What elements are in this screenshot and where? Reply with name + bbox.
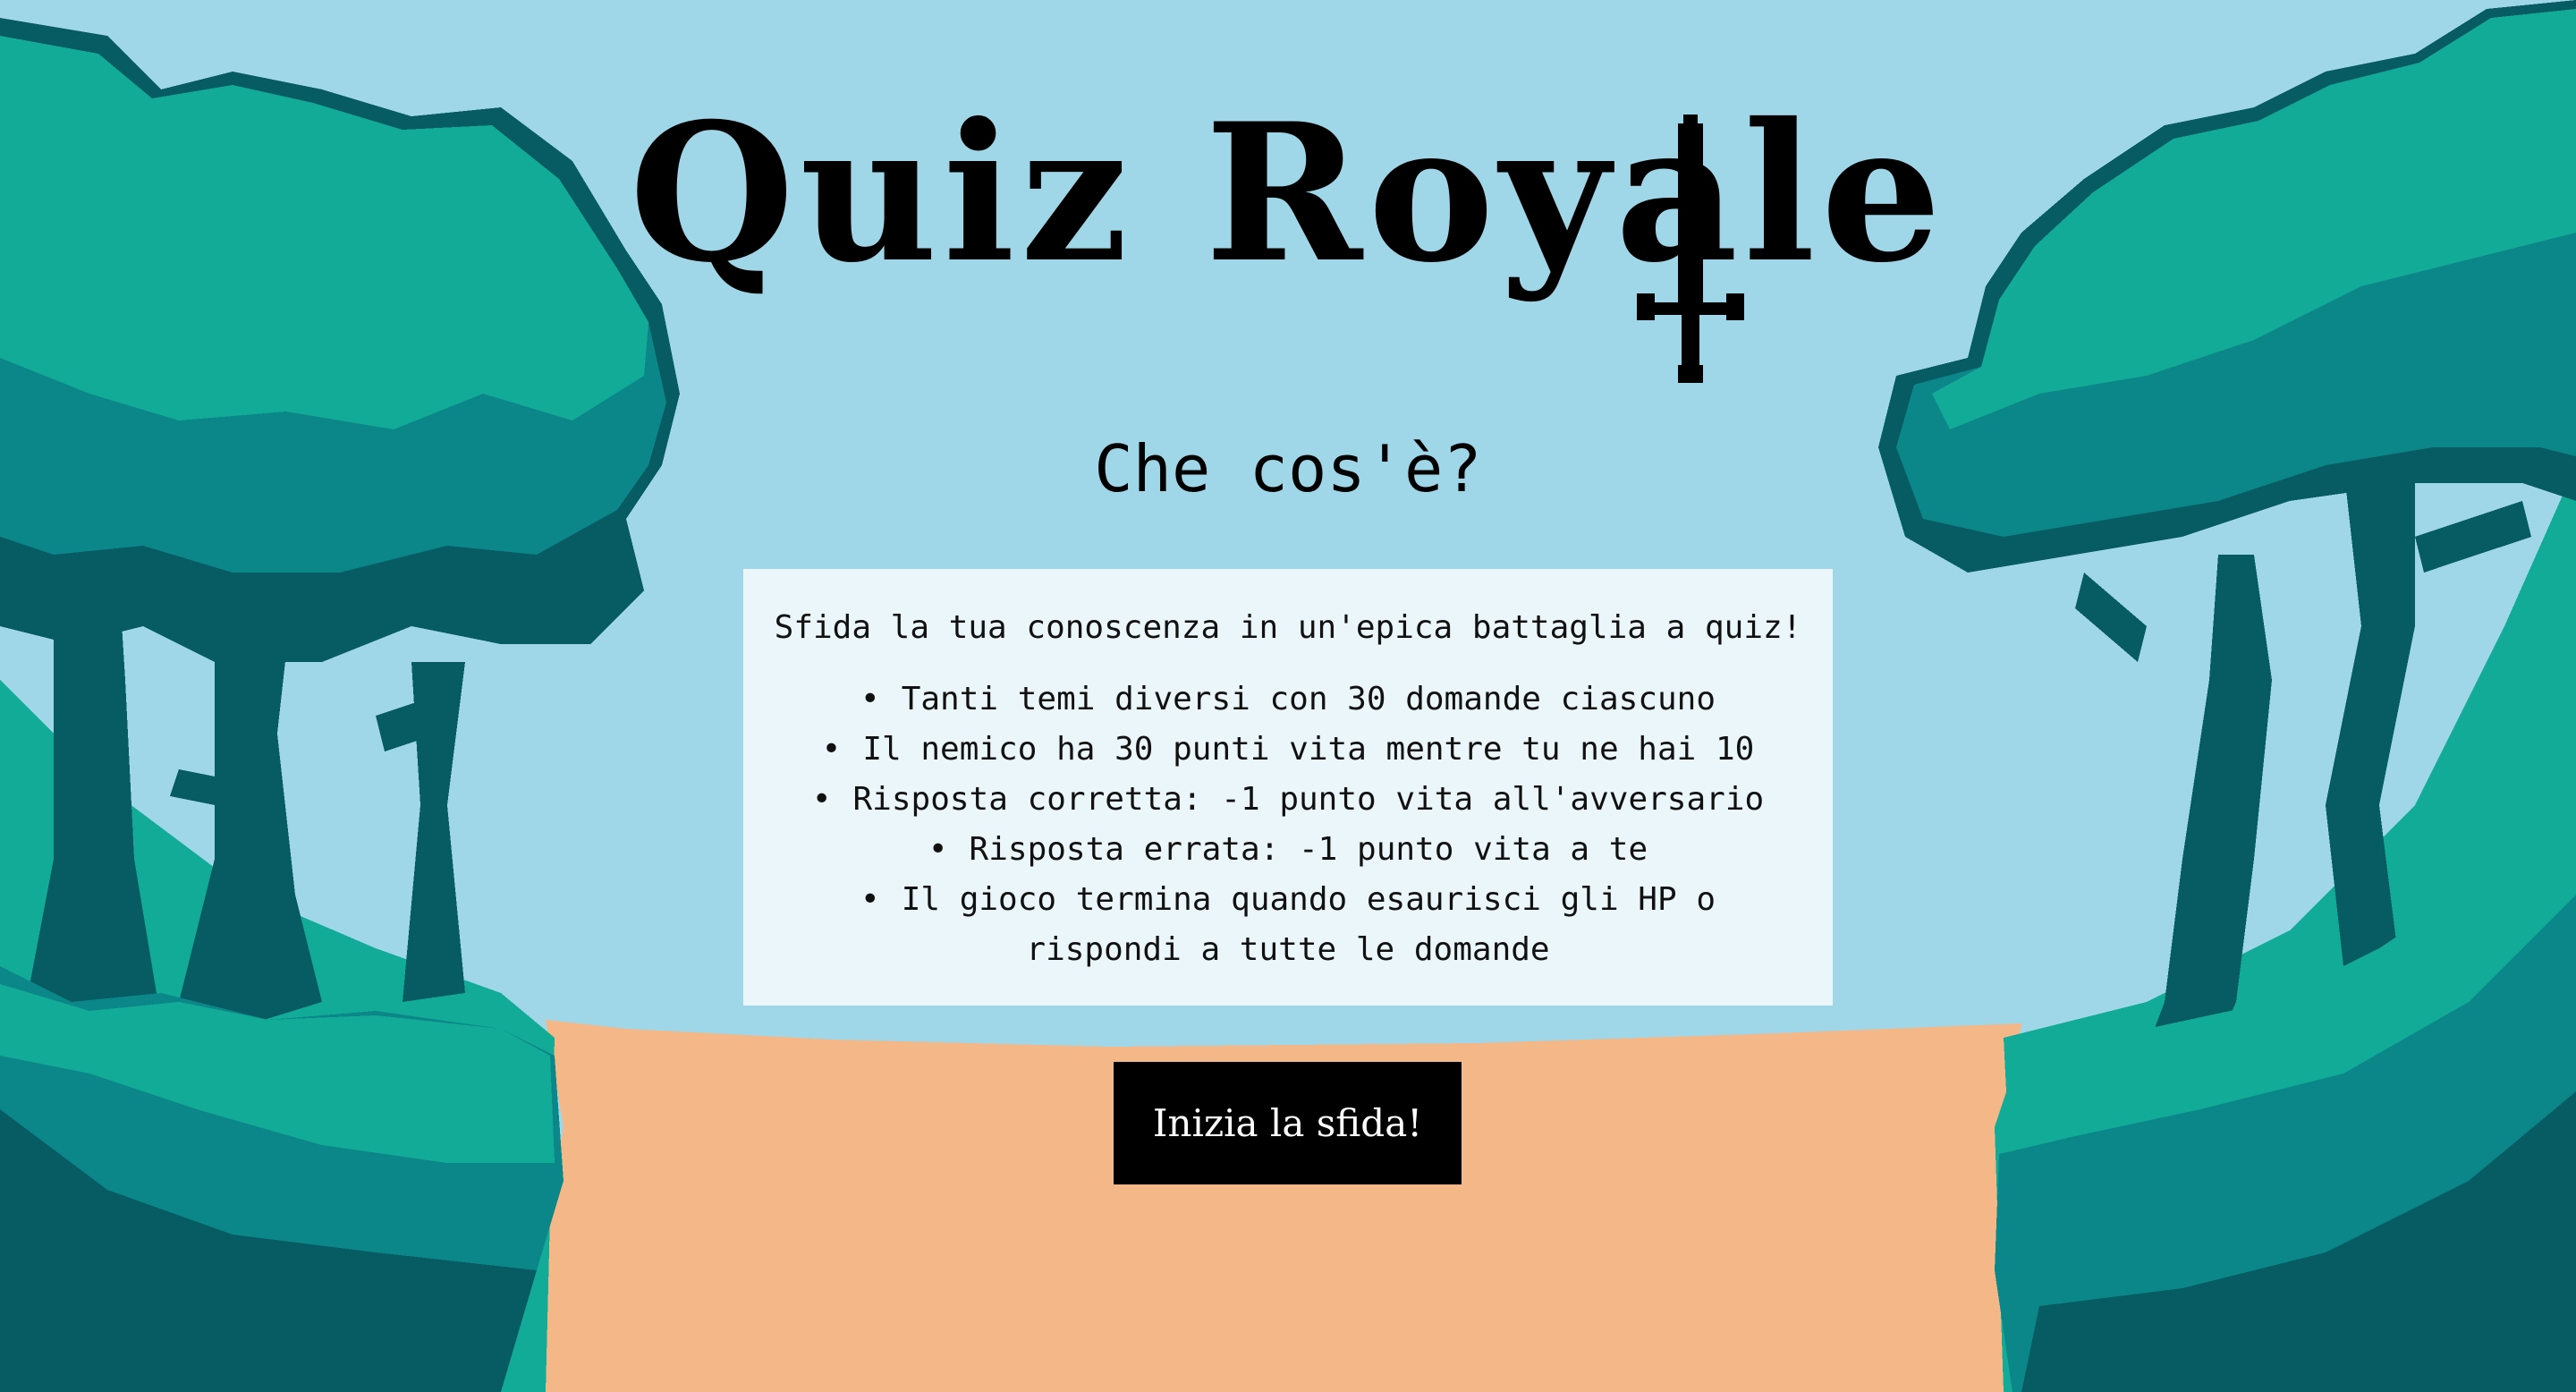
start-challenge-button[interactable]: Inizia la sfida! (1114, 1062, 1462, 1184)
rule-item: Il gioco termina quando esaurisci gli HP… (770, 875, 1806, 975)
sword-icon (1637, 115, 1744, 383)
rules-list: Tanti temi diversi con 30 domande ciascu… (770, 675, 1806, 975)
rule-item: Tanti temi diversi con 30 domande ciascu… (770, 675, 1806, 725)
rule-item: Il nemico ha 30 punti vita mentre tu ne … (770, 725, 1806, 775)
info-panel: Sfida la tua conoscenza in un'epica batt… (743, 569, 1833, 1006)
subtitle: Che cos'è? (1094, 431, 1482, 506)
title-wrap: Quiz Royale (0, 98, 2576, 288)
rule-item: Risposta errata: -1 punto vita a te (770, 825, 1806, 875)
intro-text: Sfida la tua conoscenza in un'epica batt… (774, 609, 1802, 646)
rule-item: Risposta corretta: -1 punto vita all'avv… (770, 775, 1806, 825)
